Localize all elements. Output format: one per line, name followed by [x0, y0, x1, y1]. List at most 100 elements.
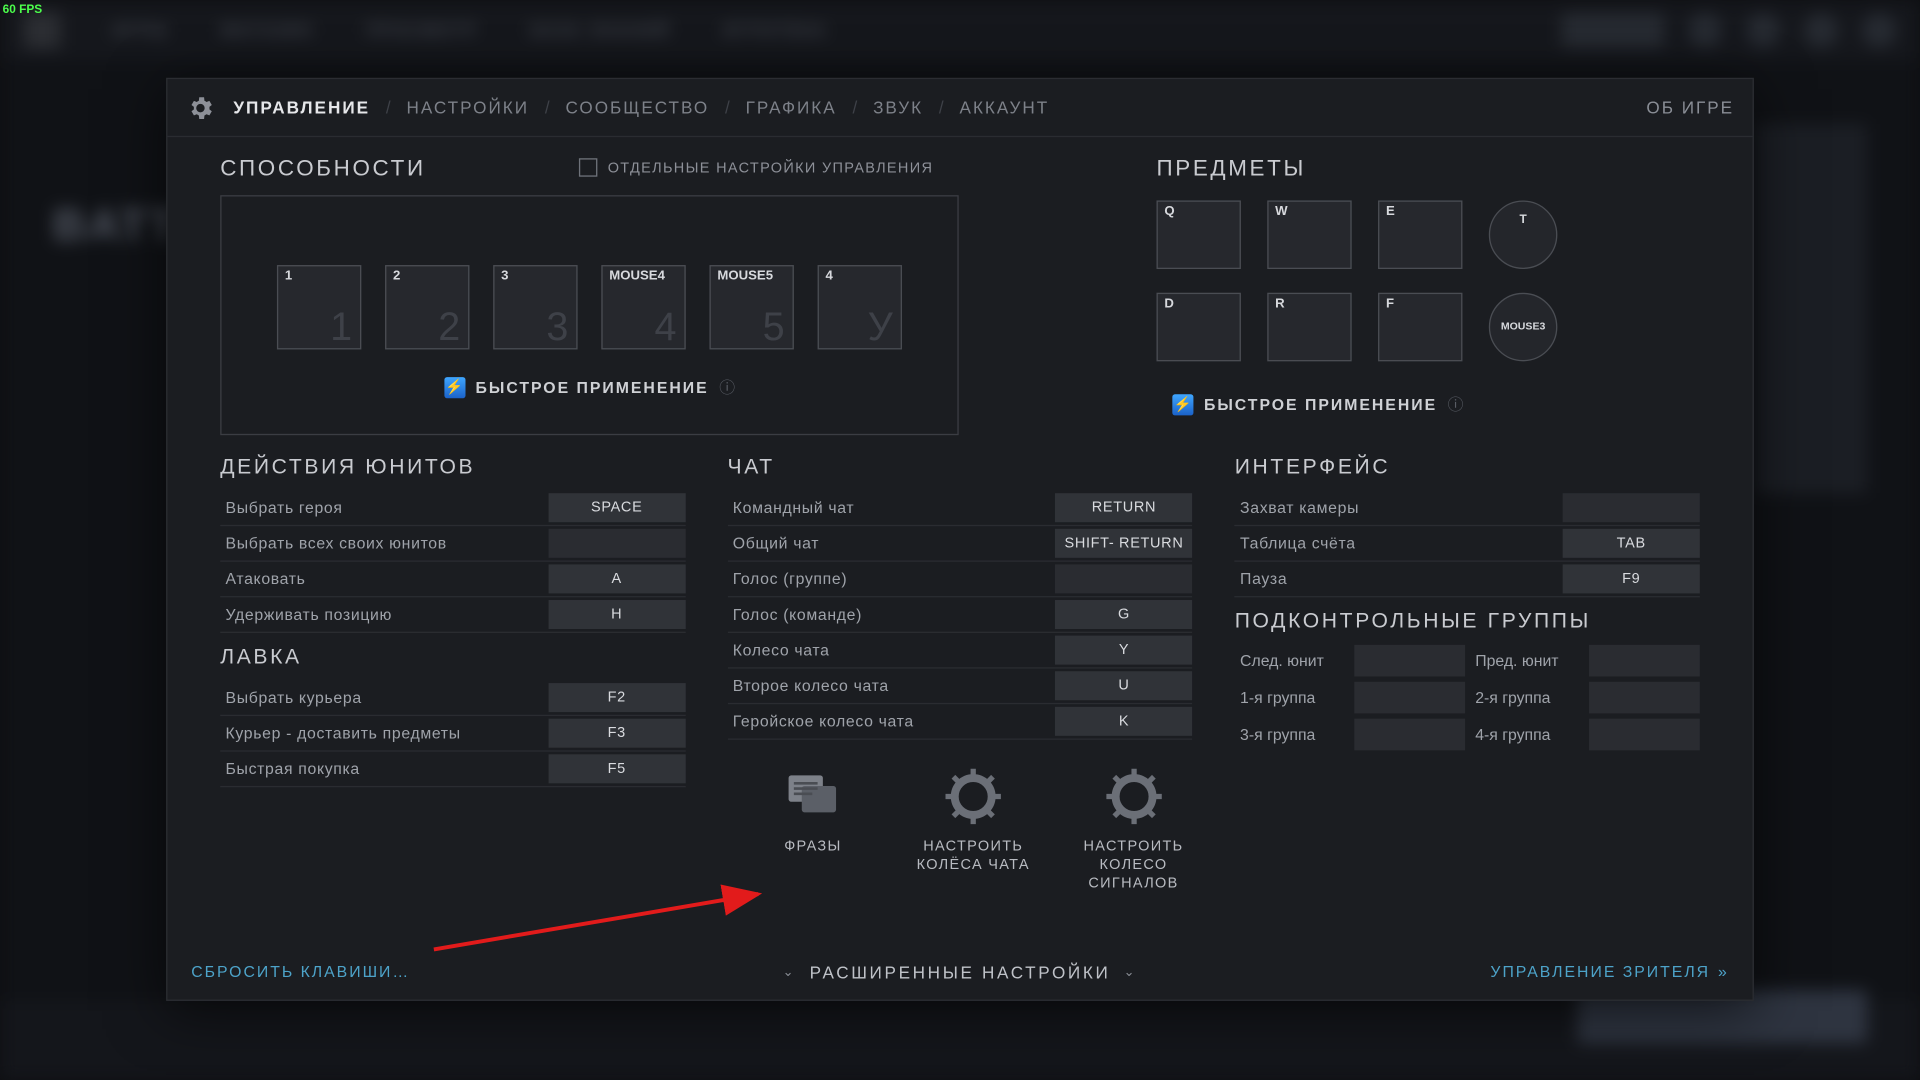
item-slot-e[interactable]: E [1378, 200, 1462, 269]
bind-key[interactable] [1563, 493, 1700, 522]
ability-slot-2[interactable]: 22 [385, 265, 469, 349]
bind-label: Удерживать позицию [220, 605, 548, 623]
lightning-icon: ⚡ [444, 376, 465, 397]
bind-key[interactable]: SHIFT- RETURN [1055, 529, 1192, 558]
bind-key[interactable]: U [1055, 671, 1192, 700]
ability-slot-ult[interactable]: 4У [818, 265, 902, 349]
quickcast-label[interactable]: БЫСТРОЕ ПРИМЕНЕНИЕ [475, 378, 708, 396]
bind-key[interactable]: Y [1055, 636, 1192, 665]
ability-slots-container: 11 22 33 MOUSE44 MOUSE55 4У ⚡ БЫСТРОЕ ПР… [220, 195, 958, 435]
ability-slot-5[interactable]: MOUSE55 [709, 265, 793, 349]
tab-controls[interactable]: УПРАВЛЕНИЕ [233, 98, 370, 118]
per-hero-label: ОТДЕЛЬНЫЕ НАСТРОЙКИ УПРАВЛЕНИЯ [608, 161, 934, 177]
bg-nav-item: БАЗА ЗНАНИЙ [531, 21, 671, 39]
cg-key[interactable] [1354, 719, 1465, 751]
bind-key[interactable]: F5 [548, 754, 685, 783]
cg-label: След. юнит [1235, 645, 1349, 677]
bind-label: Общий чат [727, 534, 1055, 552]
cg-key[interactable] [1589, 719, 1700, 751]
item-slot-neutral[interactable]: MOUSE3 [1489, 293, 1558, 362]
ability-slot-4[interactable]: MOUSE44 [601, 265, 685, 349]
tab-community[interactable]: СООБЩЕСТВО [565, 98, 709, 118]
cg-key[interactable] [1354, 645, 1465, 677]
bind-label: Выбрать курьера [220, 688, 548, 706]
shop-header: ЛАВКА [220, 646, 685, 670]
bind-label: Пауза [1235, 570, 1563, 588]
abilities-header: СПОСОБНОСТИ [220, 156, 425, 182]
phrases-label: ФРАЗЫ [784, 837, 841, 855]
bind-label: Таблица счёта [1235, 534, 1563, 552]
item-slot-f[interactable]: F [1378, 293, 1462, 362]
tab-account[interactable]: АККАУНТ [960, 98, 1050, 118]
unit-actions-header: ДЕЙСТВИЯ ЮНИТОВ [220, 456, 685, 480]
ability-slot-1[interactable]: 11 [277, 265, 361, 349]
bind-key[interactable]: G [1055, 600, 1192, 629]
bind-label: Голос (группе) [727, 570, 1055, 588]
cg-label: 3-я группа [1235, 719, 1349, 751]
tab-graphics[interactable]: ГРАФИКА [746, 98, 837, 118]
bg-side-panel [1754, 124, 1867, 493]
bg-user-badge [1561, 13, 1664, 47]
bind-label: Атаковать [220, 570, 548, 588]
item-slot-w[interactable]: W [1267, 200, 1351, 269]
signal-wheel-label: НАСТРОИТЬ КОЛЕСО СИГНАЛОВ [1074, 837, 1192, 892]
game-logo [24, 12, 61, 49]
bind-key[interactable]: K [1055, 707, 1192, 736]
bind-key[interactable]: TAB [1563, 529, 1700, 558]
bg-title: BATT [53, 200, 180, 251]
item-slot-r[interactable]: R [1267, 293, 1351, 362]
bind-key[interactable] [548, 529, 685, 558]
reset-keys-link[interactable]: СБРОСИТЬ КЛАВИШИ… [191, 963, 410, 981]
bind-label: Второе колесо чата [727, 676, 1055, 694]
ability-slot-3[interactable]: 33 [493, 265, 577, 349]
item-slot-tp[interactable]: T [1489, 200, 1558, 269]
cg-label: Пред. юнит [1470, 645, 1584, 677]
bg-nav-item: ИГРЫ [113, 21, 168, 39]
bind-label: Курьер - доставить предметы [220, 724, 548, 742]
cg-key[interactable] [1589, 682, 1700, 714]
tab-audio[interactable]: ЗВУК [873, 98, 923, 118]
cg-key[interactable] [1589, 645, 1700, 677]
wheel-icon [940, 764, 1006, 830]
bind-label: Колесо чата [727, 641, 1055, 659]
tab-settings[interactable]: НАСТРОЙКИ [406, 98, 529, 118]
fps-counter: 60 FPS [3, 3, 43, 16]
bind-label: Выбрать героя [220, 498, 548, 516]
gear-icon [186, 93, 215, 122]
chevron-down-icon: ⌄ [1124, 965, 1138, 980]
info-icon[interactable]: ⓘ [1448, 393, 1464, 415]
cg-label: 1-я группа [1235, 682, 1349, 714]
speech-icon [780, 764, 846, 830]
tab-about[interactable]: ОБ ИГРЕ [1646, 98, 1734, 118]
bind-key[interactable]: SPACE [548, 493, 685, 522]
advanced-settings-toggle[interactable]: ⌄ РАСШИРЕННЫЕ НАСТРОЙКИ ⌄ [783, 962, 1138, 982]
advanced-label: РАСШИРЕННЫЕ НАСТРОЙКИ [810, 962, 1111, 982]
chevrons-right-icon: » [1718, 963, 1729, 981]
chat-wheel-label: НАСТРОИТЬ КОЛЁСА ЧАТА [914, 837, 1032, 874]
per-hero-checkbox[interactable] [579, 158, 597, 176]
control-groups-header: ПОДКОНТРОЛЬНЫЕ ГРУППЫ [1235, 611, 1700, 635]
chevron-down-icon: ⌄ [783, 965, 797, 980]
bind-key[interactable]: F9 [1563, 564, 1700, 593]
chat-wheel-button[interactable]: НАСТРОИТЬ КОЛЁСА ЧАТА [914, 764, 1032, 893]
bind-key[interactable]: F2 [548, 683, 685, 712]
item-slot-d[interactable]: D [1156, 293, 1240, 362]
bind-key[interactable]: A [548, 564, 685, 593]
bind-key[interactable]: RETURN [1055, 493, 1192, 522]
spectator-controls-link[interactable]: УПРАВЛЕНИЕ ЗРИТЕЛЯ [1490, 963, 1710, 981]
info-icon[interactable]: ⓘ [719, 376, 735, 398]
bind-key[interactable]: H [548, 600, 685, 629]
bind-key[interactable]: F3 [548, 719, 685, 748]
quickcast-items-label[interactable]: БЫСТРОЕ ПРИМЕНЕНИЕ [1204, 395, 1437, 413]
wheel-icon [1101, 764, 1167, 830]
interface-header: ИНТЕРФЕЙС [1235, 456, 1700, 480]
item-slot-q[interactable]: Q [1156, 200, 1240, 269]
settings-panel: УПРАВЛЕНИЕ/ НАСТРОЙКИ/ СООБЩЕСТВО/ ГРАФИ… [166, 78, 1754, 1001]
phrases-button[interactable]: ФРАЗЫ [754, 764, 872, 893]
bind-label: Быстрая покупка [220, 760, 548, 778]
bg-nav-item: ИГРОТЕКА [724, 21, 828, 39]
cg-label: 2-я группа [1470, 682, 1584, 714]
signal-wheel-button[interactable]: НАСТРОИТЬ КОЛЕСО СИГНАЛОВ [1074, 764, 1192, 893]
bind-key[interactable] [1055, 564, 1192, 593]
cg-key[interactable] [1354, 682, 1465, 714]
